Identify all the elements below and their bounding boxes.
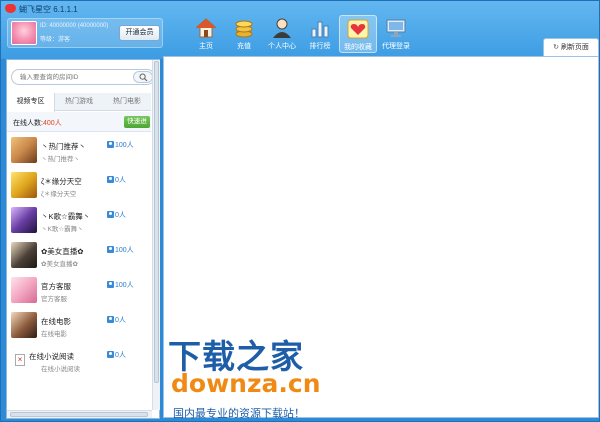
room-subtitle: 丶热门推荐丶 [41,156,80,163]
person-icon [107,281,114,288]
list-item[interactable]: ζ＊缘分天空 ζ＊缘分天空 0人 [7,170,151,205]
list-item[interactable]: × 在线小说阅读 在线小说阅读 0人 [7,345,151,380]
list-item[interactable]: 在线电影 在线电影 0人 [7,310,151,345]
watermark-domain: downza.cn [171,369,321,398]
room-subtitle: 在线小说阅读 [41,366,80,373]
room-list: 丶热门推荐丶 丶热门推荐丶 100人 ζ＊缘分天空 ζ＊缘分天空 0人 丶K歌☆… [7,135,151,380]
room-user-count: 0人 [107,210,126,220]
tab-hot-games[interactable]: 热门游戏 [55,93,103,111]
room-subtitle: 在线电影 [41,331,67,338]
room-user-count: 100人 [107,280,134,290]
vertical-scroll-thumb[interactable] [154,61,159,383]
nav-label-profile: 个人中心 [268,43,296,50]
room-search-input[interactable] [20,72,128,83]
online-bar: 在线人数:400人 快速进 [7,112,151,132]
heart-icon [347,19,369,39]
room-name: 在线小说阅读 [29,352,74,361]
room-user-count: 100人 [107,140,134,150]
room-user-count: 100人 [107,245,134,255]
nav-item-favorites[interactable]: 我的收藏 [339,15,377,53]
room-name: 丶K歌☆霸舞丶 [41,212,91,221]
refresh-icon: ↻ [553,44,559,51]
bar-chart-icon [311,21,329,38]
horizontal-scroll-thumb[interactable] [10,412,148,417]
avatar[interactable] [11,21,37,45]
nav-item-recharge[interactable]: 充值 [225,15,263,53]
search-icon [139,73,148,82]
room-thumbnail [11,312,37,338]
room-subtitle: 丶K歌☆霸舞丶 [41,226,84,233]
online-count: 400人 [42,120,62,127]
room-user-count: 0人 [107,175,126,185]
broken-image-icon: × [15,354,25,366]
list-item[interactable]: 丶K歌☆霸舞丶 丶K歌☆霸舞丶 0人 [7,205,151,240]
window-title: 蝴飞星空 6.1.1.1 [19,5,78,14]
watermark-tagline: 国内最专业的资源下载站！ [173,408,305,420]
room-subtitle: ✿美女直播✿ [41,261,78,268]
nav-item-profile[interactable]: 个人中心 [263,15,301,53]
nav-item-home[interactable]: 主页 [187,15,225,53]
search-button[interactable] [133,71,153,83]
vertical-scrollbar[interactable] [152,60,160,410]
room-thumbnail [11,242,37,268]
horizontal-scrollbar[interactable] [7,410,152,418]
user-id-text: ID: 40000000 (40000000) [40,23,109,29]
nav-item-ranking[interactable]: 排行榜 [301,15,339,53]
user-panel: ID: 40000000 (40000000) 等级：游客 开通会员 [7,18,163,48]
room-user-count: 0人 [107,315,126,325]
room-name: 丶热门推荐丶 [41,142,86,151]
open-vip-button[interactable]: 开通会员 [119,25,160,41]
app-window: 蝴飞星空 6.1.1.1 ID: 40000000 (40000000) 等级：… [0,0,600,422]
list-item[interactable]: 丶热门推荐丶 丶热门推荐丶 100人 [7,135,151,170]
nav-label-ranking: 排行榜 [309,43,331,50]
nav-item-agent-login[interactable]: 代理登录 [377,15,415,53]
quick-enter-button[interactable]: 快速进 [124,116,150,128]
nav-label-agent-login: 代理登录 [382,43,410,50]
tab-video[interactable]: 视频专区 [7,93,55,112]
room-name: 在线电影 [41,317,71,326]
person-icon [107,246,114,253]
list-item[interactable]: ✿美女直播✿ ✿美女直播✿ 100人 [7,240,151,275]
room-thumbnail [11,172,37,198]
room-name: ✿美女直播✿ [41,247,84,256]
room-thumbnail [11,277,37,303]
tab-hot-movies[interactable]: 热门电影 [103,93,151,111]
online-count-label: 在线人数:400人 [13,120,62,127]
person-icon [107,141,114,148]
room-name: ζ＊缘分天空 [41,177,82,186]
user-level-text: 等级：游客 [40,37,71,43]
room-name: 官方客服 [41,282,71,291]
room-user-count: 0人 [107,350,126,360]
home-icon [195,18,217,38]
person-icon [107,176,114,183]
list-item[interactable]: 官方客服 官方客服 100人 [7,275,151,310]
sidebar: 视频专区 热门游戏 热门电影 在线人数:400人 快速进 丶热门推荐丶 丶热门推… [6,59,160,419]
refresh-label: 刷新页面 [560,44,589,51]
coins-icon [235,20,253,38]
person-icon [107,316,114,323]
room-search [11,69,155,85]
room-subtitle: 官方客服 [41,296,67,303]
person-icon [107,351,114,358]
room-thumbnail [11,137,37,163]
user-icon [273,18,291,38]
room-thumbnail [11,207,37,233]
monitor-icon [386,19,406,37]
room-subtitle: ζ＊缘分天空 [41,191,77,198]
person-icon [107,211,114,218]
nav-label-recharge: 充值 [237,43,251,50]
nav-label-home: 主页 [199,43,213,50]
nav-label-favorites: 我的收藏 [344,44,372,51]
category-tabs: 视频专区 热门游戏 热门电影 [7,93,151,112]
app-logo-icon [5,4,16,13]
refresh-page-button[interactable]: ↻ 刷新页面 [543,38,599,56]
